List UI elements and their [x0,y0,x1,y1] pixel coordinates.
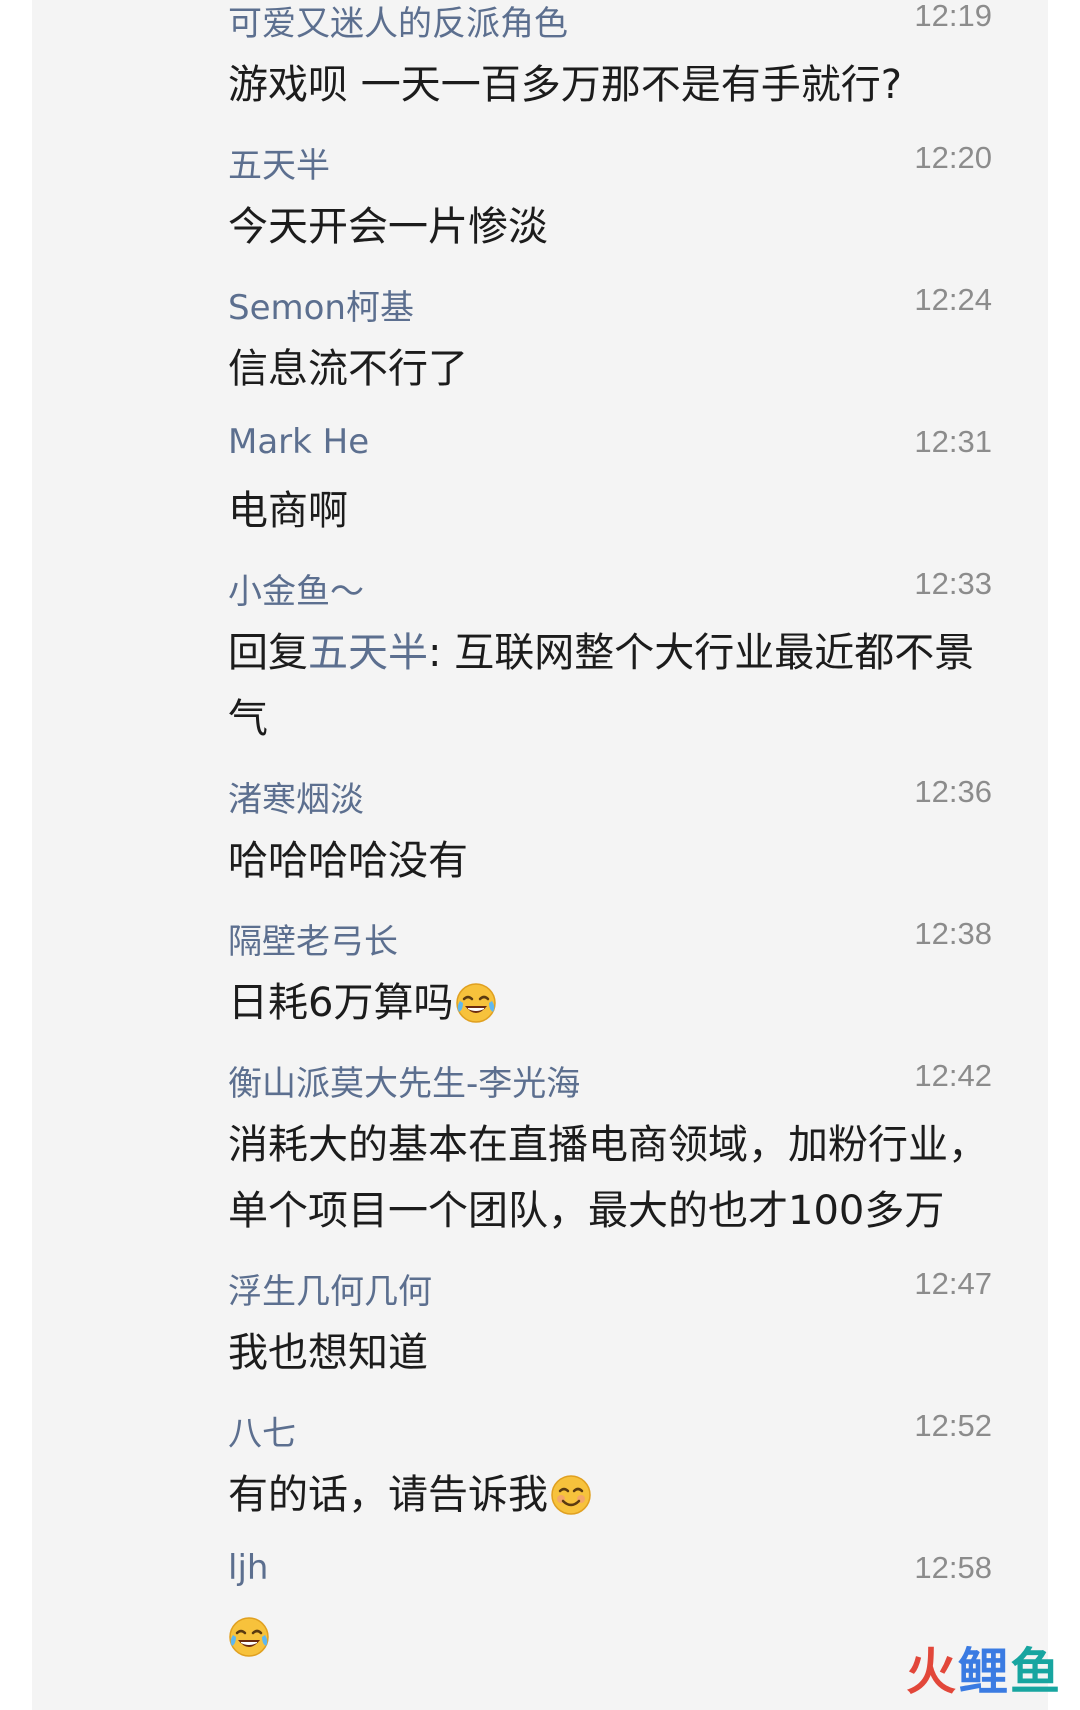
message-text: 有的话，请告诉我 [228,1462,992,1538]
message-text: 今天开会一片惨淡 [228,204,548,250]
sender-name[interactable]: ljh [228,1548,268,1588]
message-time: 12:36 [914,774,992,809]
sender-name[interactable]: 衡山派莫大先生-李光海 [228,1056,580,1105]
message-time: 12:33 [914,566,992,601]
sender-name[interactable]: Mark He [228,422,369,462]
laughing-crying-emoji-icon [228,1616,270,1658]
message-text: 消耗大的基本在直播电商领域，加粉行业，单个项目一个团队，最大的也才100多万 [228,1122,988,1234]
message-text: 日耗6万算吗 [228,970,992,1046]
message-time: 12:19 [914,0,992,33]
laughing-crying-emoji-icon [455,982,497,1024]
message-item[interactable]: 可爱又迷人的反派角色 12:19 游戏呗 一天一百多万那不是有手就行? [32,0,1048,128]
message-text: 我也想知道 [228,1330,428,1376]
watermark-logo: 火鲤鱼 [906,1632,1060,1704]
watermark-char-1: 火 [906,1643,956,1701]
message-time: 12:20 [914,140,992,175]
message-text: 电商啊 [228,488,348,534]
reply-prefix: 回复 [228,630,308,676]
message-time: 12:31 [914,424,992,459]
sender-name[interactable]: 隔壁老弓长 [228,914,398,963]
message-text: 哈哈哈哈没有 [228,838,468,884]
message-text: 游戏呗 一天一百多万那不是有手就行? [228,62,902,108]
message-body: 有的话，请告诉我 [228,1472,548,1518]
message-text: 回复五天半: 互联网整个大行业最近都不景气 [228,620,992,762]
message-text [228,1604,992,1680]
message-body: 日耗6万算吗 [228,980,454,1026]
message-time: 12:47 [914,1266,992,1301]
reply-mention-link[interactable]: 五天半 [308,630,428,676]
sender-name[interactable]: 小金鱼～ [228,564,364,613]
message-item[interactable]: Mark He 12:31 电商啊 [32,412,1048,554]
sender-name[interactable]: 八七 [228,1406,296,1455]
sender-name[interactable]: 浮生几何几何 [228,1264,432,1313]
message-time: 12:58 [914,1550,992,1585]
message-item[interactable]: 衡山派莫大先生-李光海 12:42 消耗大的基本在直播电商领域，加粉行业，单个项… [32,1046,1048,1254]
sender-name[interactable]: 可爱又迷人的反派角色 [228,0,568,45]
message-time: 12:24 [914,282,992,317]
message-text: 信息流不行了 [228,346,468,392]
message-item[interactable]: 五天半 12:20 今天开会一片惨淡 [32,128,1048,270]
chat-message-list[interactable]: 可爱又迷人的反派角色 12:19 游戏呗 一天一百多万那不是有手就行? 五天半 … [32,0,1048,1710]
sender-name[interactable]: 五天半 [228,138,330,187]
message-item[interactable]: Semon柯基 12:24 信息流不行了 [32,270,1048,412]
smiling-emoji-icon [550,1474,592,1516]
message-item[interactable]: 小金鱼～ 12:33 回复五天半: 互联网整个大行业最近都不景气 [32,554,1048,762]
message-time: 12:52 [914,1408,992,1443]
message-time: 12:42 [914,1058,992,1093]
message-item[interactable]: ljh 12:58 [32,1538,1048,1680]
sender-name[interactable]: 渚寒烟淡 [228,772,364,821]
message-item[interactable]: 浮生几何几何 12:47 我也想知道 [32,1254,1048,1396]
watermark-char-2: 鲤 [958,1643,1008,1701]
message-time: 12:38 [914,916,992,951]
watermark-char-3: 鱼 [1010,1643,1060,1701]
message-item[interactable]: 渚寒烟淡 12:36 哈哈哈哈没有 [32,762,1048,904]
sender-name[interactable]: Semon柯基 [228,280,414,329]
message-item[interactable]: 隔壁老弓长 12:38 日耗6万算吗 [32,904,1048,1046]
message-item[interactable]: 八七 12:52 有的话，请告诉我 [32,1396,1048,1538]
